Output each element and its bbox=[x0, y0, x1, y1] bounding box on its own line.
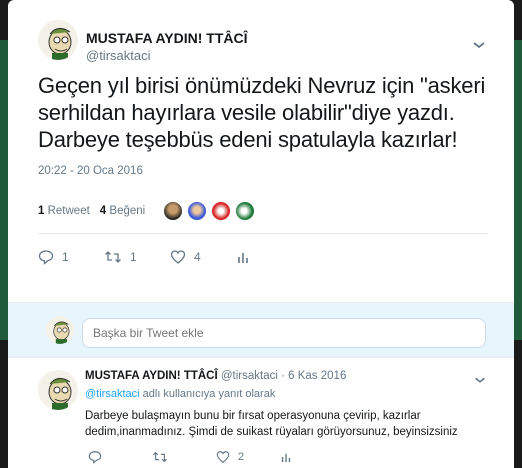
retweet-count: 1 bbox=[130, 250, 137, 264]
avatar-image bbox=[38, 20, 78, 60]
reply-text: Darbeye bulaşmayın bunu bir fırsat opera… bbox=[85, 410, 458, 438]
retweet-button[interactable] bbox=[152, 450, 216, 464]
name-block: MUSTAFA AYDIN! TTÂCÎ @tirsaktaci bbox=[86, 30, 248, 63]
liker-avatar[interactable] bbox=[235, 201, 256, 221]
retweet-label: Retweet bbox=[47, 205, 90, 217]
user-handle[interactable]: @tirsaktaci bbox=[86, 48, 248, 63]
reply-icon bbox=[38, 250, 54, 265]
avatar[interactable] bbox=[46, 316, 74, 344]
tweet-modal: MUSTAFA AYDIN! TTÂCÎ @tirsaktaci Geçen y… bbox=[8, 0, 514, 468]
retweet-button[interactable]: 1 bbox=[104, 249, 170, 265]
avatar[interactable] bbox=[38, 370, 78, 410]
replying-to: @tirsaktaci adlı kullanıcıya yanıt olara… bbox=[85, 388, 275, 400]
avatar-image bbox=[46, 316, 74, 344]
analytics-button[interactable] bbox=[280, 451, 344, 463]
liker-avatar[interactable] bbox=[211, 201, 232, 221]
avatar[interactable] bbox=[38, 20, 78, 60]
display-name[interactable]: MUSTAFA AYDIN! TTÂCÎ bbox=[85, 370, 218, 382]
reply-count: 1 bbox=[62, 250, 69, 264]
avatar-image bbox=[38, 370, 78, 410]
retweet-stat[interactable]: 1 Retweet bbox=[38, 205, 90, 217]
replying-to-suffix: adlı kullanıcıya yanıt olarak bbox=[139, 388, 276, 400]
reply-actions: 2 bbox=[88, 450, 344, 464]
liker-avatar[interactable] bbox=[187, 201, 208, 221]
main-tweet: MUSTAFA AYDIN! TTÂCÎ @tirsaktaci Geçen y… bbox=[8, 0, 514, 280]
user-handle[interactable]: @tirsaktaci bbox=[221, 370, 278, 382]
like-stat[interactable]: 4 Beğeni bbox=[100, 205, 145, 217]
retweet-count: 1 bbox=[38, 205, 45, 217]
like-count: 2 bbox=[238, 451, 245, 463]
tweet-timestamp[interactable]: 20:22 - 20 Oca 2016 bbox=[38, 165, 488, 177]
like-label: Beğeni bbox=[109, 205, 146, 217]
reply-header: MUSTAFA AYDIN! TTÂCÎ @tirsaktaci · 6 Kas… bbox=[85, 370, 346, 382]
heart-icon bbox=[170, 250, 186, 264]
retweet-icon bbox=[105, 251, 121, 263]
tweet-header: MUSTAFA AYDIN! TTÂCÎ @tirsaktaci bbox=[38, 14, 488, 68]
tweet-text: Geçen yıl birisi önümüzdeki Nevruz için … bbox=[38, 73, 486, 152]
reply-button[interactable] bbox=[88, 450, 152, 464]
liker-avatar[interactable] bbox=[163, 201, 184, 221]
chevron-down-icon[interactable] bbox=[472, 372, 488, 393]
like-button[interactable]: 4 bbox=[170, 249, 236, 265]
retweet-icon bbox=[153, 451, 167, 463]
reply-date[interactable]: · 6 Kas 2016 bbox=[281, 370, 346, 382]
like-count: 4 bbox=[99, 205, 107, 217]
replying-to-link[interactable]: @tirsaktaci bbox=[85, 388, 140, 400]
reply-compose-bar bbox=[8, 302, 514, 358]
tweet-stats: 1 Retweet 4 Beğeni bbox=[38, 189, 488, 233]
display-name[interactable]: MUSTAFA AYDIN! TTÂCÎ bbox=[86, 30, 248, 46]
chevron-down-icon[interactable] bbox=[470, 36, 488, 54]
reply-icon bbox=[88, 451, 102, 464]
like-count: 4 bbox=[194, 250, 201, 264]
analytics-icon bbox=[281, 453, 291, 463]
analytics-button[interactable] bbox=[236, 250, 302, 264]
reply-button[interactable]: 1 bbox=[38, 249, 104, 265]
like-button[interactable]: 2 bbox=[216, 450, 280, 464]
reply-input[interactable] bbox=[82, 318, 486, 348]
tweet-actions: 1 1 4 bbox=[38, 234, 488, 280]
heart-icon bbox=[216, 451, 230, 463]
analytics-icon bbox=[238, 253, 248, 263]
likers-avatars bbox=[163, 201, 259, 221]
